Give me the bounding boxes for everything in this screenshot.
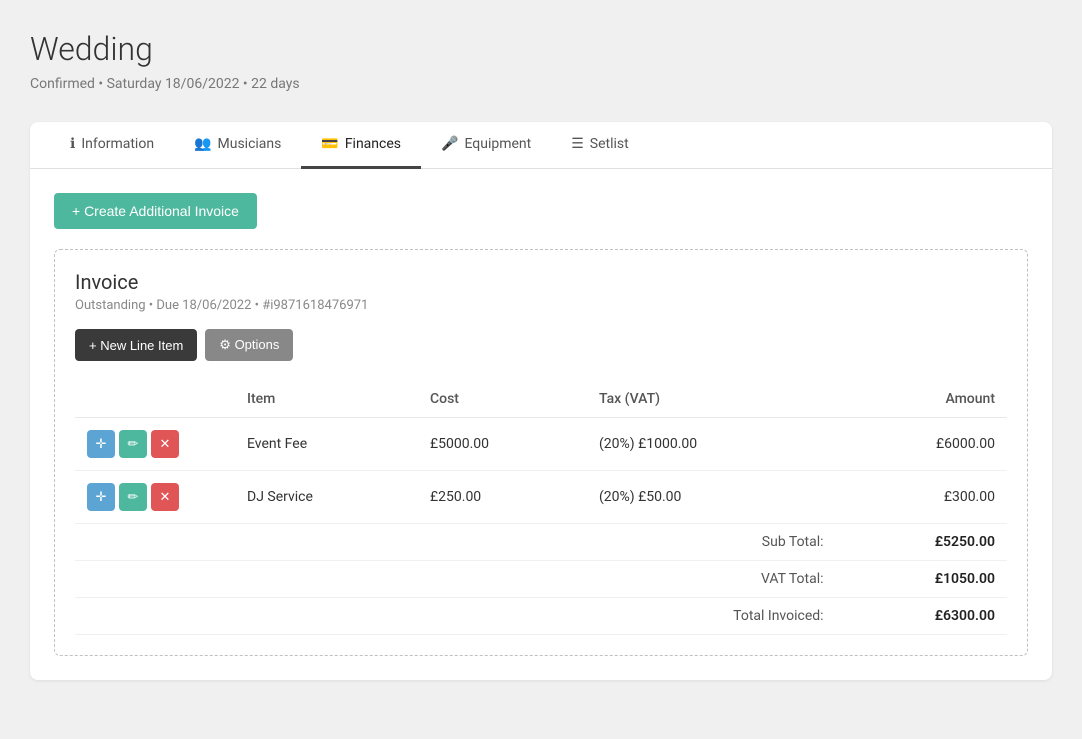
- invoice-card: Invoice Outstanding • Due 18/06/2022 • #…: [54, 249, 1028, 656]
- tab-information[interactable]: ℹ Information: [50, 122, 174, 169]
- new-line-item-button[interactable]: + New Line Item: [75, 329, 197, 361]
- invoice-title: Invoice: [75, 270, 1007, 294]
- row1-item: Event Fee: [235, 418, 418, 471]
- row1-actions: ✛ ✏ ✕: [75, 418, 235, 471]
- row2-delete-button[interactable]: ✕: [151, 483, 179, 511]
- page-title: Wedding: [30, 30, 1052, 68]
- row1-move-button[interactable]: ✛: [87, 430, 115, 458]
- tab-musicians[interactable]: 👥 Musicians: [174, 122, 301, 169]
- invoice-actions: + New Line Item ⚙ Options: [75, 329, 1007, 361]
- main-card: ℹ Information 👥 Musicians 💳 Finances 🎤 E…: [30, 122, 1052, 680]
- col-tax-header: Tax (VAT): [587, 381, 836, 418]
- row1-edit-button[interactable]: ✏: [119, 430, 147, 458]
- row2-actions: ✛ ✏ ✕: [75, 471, 235, 524]
- col-cost-header: Cost: [418, 381, 587, 418]
- vat-total-row: VAT Total: £1050.00: [75, 561, 1007, 598]
- equipment-icon: 🎤: [441, 136, 458, 152]
- row2-move-button[interactable]: ✛: [87, 483, 115, 511]
- total-invoiced-label: Total Invoiced:: [587, 598, 836, 635]
- col-item-header: Item: [235, 381, 418, 418]
- tab-finances[interactable]: 💳 Finances: [301, 122, 421, 169]
- table-row: ✛ ✏ ✕ Event Fee £5000.00 (20%) £1000.00 …: [75, 418, 1007, 471]
- tab-equipment[interactable]: 🎤 Equipment: [421, 122, 551, 169]
- information-icon: ℹ: [70, 136, 75, 152]
- table-row: ✛ ✏ ✕ DJ Service £250.00 (20%) £50.00 £3…: [75, 471, 1007, 524]
- row2-item: DJ Service: [235, 471, 418, 524]
- tab-bar: ℹ Information 👥 Musicians 💳 Finances 🎤 E…: [30, 122, 1052, 169]
- row2-tax: (20%) £50.00: [587, 471, 836, 524]
- invoice-table: Item Cost Tax (VAT) Amount ✛ ✏ ✕: [75, 381, 1007, 635]
- tab-setlist[interactable]: ☰ Setlist: [551, 122, 649, 169]
- options-button[interactable]: ⚙ Options: [205, 329, 293, 361]
- col-amount-header: Amount: [836, 381, 1007, 418]
- total-invoiced-row: Total Invoiced: £6300.00: [75, 598, 1007, 635]
- finances-icon: 💳: [321, 136, 338, 152]
- row1-delete-button[interactable]: ✕: [151, 430, 179, 458]
- vat-total-label: VAT Total:: [587, 561, 836, 598]
- musicians-icon: 👥: [194, 136, 211, 152]
- setlist-icon: ☰: [571, 136, 584, 152]
- tab-content-finances: + Create Additional Invoice Invoice Outs…: [30, 169, 1052, 680]
- total-invoiced-value: £6300.00: [836, 598, 1007, 635]
- create-additional-invoice-button[interactable]: + Create Additional Invoice: [54, 193, 257, 229]
- page-subtitle: Confirmed • Saturday 18/06/2022 • 22 day…: [30, 76, 1052, 92]
- sub-total-value: £5250.00: [836, 524, 1007, 561]
- row2-edit-button[interactable]: ✏: [119, 483, 147, 511]
- row2-cost: £250.00: [418, 471, 587, 524]
- sub-total-label: Sub Total:: [587, 524, 836, 561]
- invoice-meta: Outstanding • Due 18/06/2022 • #i9871618…: [75, 298, 1007, 313]
- row1-cost: £5000.00: [418, 418, 587, 471]
- row1-amount: £6000.00: [836, 418, 1007, 471]
- row1-tax: (20%) £1000.00: [587, 418, 836, 471]
- col-actions-header: [75, 381, 235, 418]
- vat-total-value: £1050.00: [836, 561, 1007, 598]
- sub-total-row: Sub Total: £5250.00: [75, 524, 1007, 561]
- row2-amount: £300.00: [836, 471, 1007, 524]
